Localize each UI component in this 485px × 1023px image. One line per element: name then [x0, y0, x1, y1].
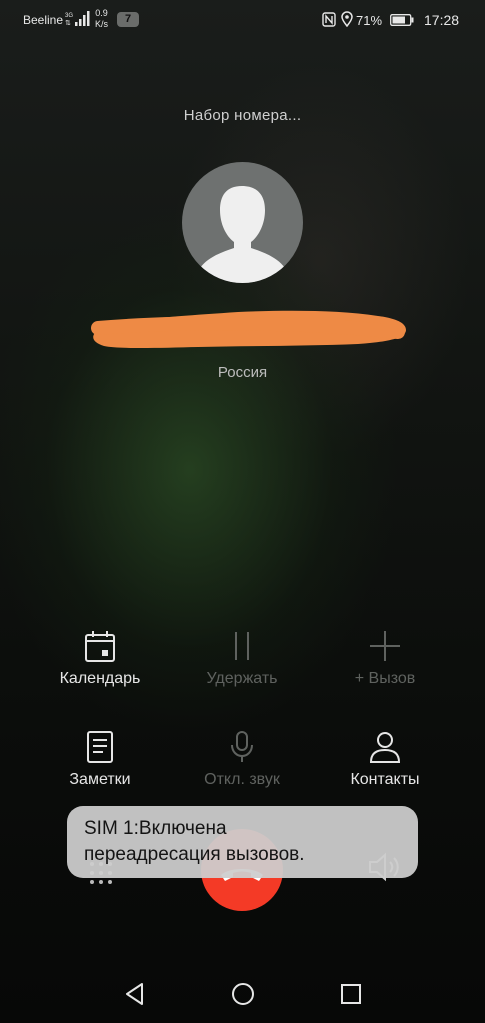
- phone-number-redaction: [91, 310, 406, 348]
- battery-percent: 71%: [356, 13, 383, 28]
- mute-label: Откл. звук: [204, 771, 280, 788]
- pause-icon: [235, 632, 249, 660]
- svg-text:⇅: ⇅: [65, 20, 71, 27]
- contacts-button[interactable]: Контакты: [305, 729, 465, 789]
- svg-text:3G: 3G: [65, 13, 73, 19]
- back-icon[interactable]: [122, 981, 148, 1007]
- notes-icon: [87, 731, 113, 763]
- contacts-label: Контакты: [350, 771, 420, 788]
- recents-icon[interactable]: [338, 981, 364, 1007]
- hold-button[interactable]: Удержать: [162, 628, 322, 688]
- hold-label: Удержать: [206, 670, 278, 687]
- microphone-icon: [231, 731, 253, 762]
- contacts-icon: [369, 732, 401, 763]
- notification-badge: 7: [117, 12, 139, 27]
- toast-message: SIM 1:Включена переадресация вызовов.: [67, 806, 418, 878]
- speed-unit: K/s: [95, 19, 109, 29]
- network-speed: 0.9 K/s: [95, 8, 108, 30]
- calendar-button[interactable]: Календарь: [20, 628, 180, 688]
- clock: 17:28: [424, 12, 460, 28]
- call-country: Россия: [217, 364, 268, 381]
- carrier-name: Beeline: [23, 13, 64, 27]
- calendar-icon: [85, 631, 115, 662]
- nfc-icon: [322, 12, 336, 27]
- status-bar: Beeline 3G ⇅ 0.9 K/s 7 71% 17:28: [0, 0, 485, 40]
- calendar-label: Календарь: [59, 670, 141, 687]
- battery-icon: [390, 14, 414, 26]
- navigation-bar: [0, 965, 485, 1023]
- mute-button[interactable]: Откл. звук: [162, 729, 322, 789]
- add-call-button[interactable]: + Вызов: [305, 628, 465, 688]
- add-call-label: + Вызов: [354, 670, 416, 687]
- person-silhouette-icon: [200, 186, 285, 283]
- call-status: Набор номера...: [183, 107, 302, 124]
- toast-line-1: SIM 1:Включена: [84, 818, 227, 839]
- plus-icon: [370, 631, 400, 661]
- toast-line-2: переадресация вызовов.: [84, 844, 305, 865]
- notes-button[interactable]: Заметки: [20, 729, 180, 789]
- speed-value: 0.9: [95, 8, 108, 18]
- signal-icon: 3G ⇅: [65, 11, 90, 27]
- contact-avatar: [182, 162, 303, 283]
- notes-label: Заметки: [69, 771, 131, 788]
- location-icon: [341, 11, 353, 27]
- home-icon[interactable]: [230, 981, 256, 1007]
